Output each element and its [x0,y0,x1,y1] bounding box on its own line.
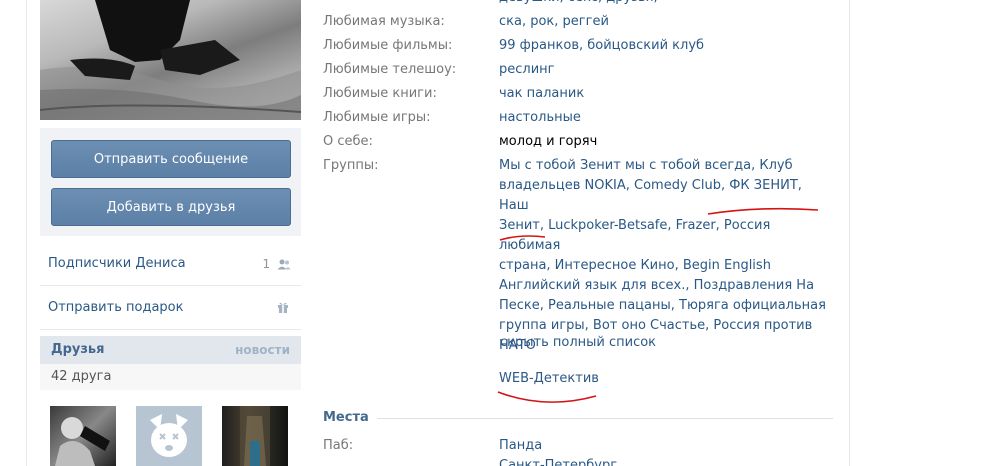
field-label: Любимые телешоу: [323,62,457,77]
subscribers-label: Подписчики Дениса [48,256,186,271]
groups-line[interactable]: страна, Интересное Кино, Begin English [499,256,829,276]
field-value-link[interactable]: 99 франков, бойцовский клуб [499,36,829,56]
send-gift-link[interactable]: Отправить подарок [40,286,301,330]
field-value-text: молод и горяч [499,134,598,149]
field-value-link[interactable]: ска, рок, реггей [499,12,829,32]
subscribers-count: 1 [263,242,291,286]
field-label: О себе: [323,134,373,149]
groups-list: Мы с тобой Зенит мы с тобой всегда, Клуб… [499,156,829,356]
field-value-link[interactable]: Санкт-Петербург [499,456,829,466]
field-label: Любимые игры: [323,110,431,125]
profile-photo[interactable] [40,0,301,120]
field-label: Любимая музыка: [323,14,445,29]
add-friend-button[interactable]: Добавить в друзья [51,188,291,226]
field-label: Любимые фильмы: [323,38,453,53]
friends-title: Друзья [51,342,105,357]
subscribers-link[interactable]: Подписчики Дениса 1 [40,242,301,286]
groups-line[interactable]: Английский язык для всех., Поздравления … [499,276,829,296]
friend-avatar-deactivated[interactable] [136,406,202,466]
section-divider [373,418,833,419]
groups-line[interactable]: Песке, Реальные пацаны, Тюряга официальн… [499,296,829,316]
friends-count: 42 друга [40,364,301,390]
field-label: Группы: [323,158,379,173]
people-icon [277,259,291,270]
field-label: Паб: [323,438,354,453]
hide-full-list-link[interactable]: скрыть полный список [500,333,656,353]
field-value-link[interactable]: Панда [499,436,829,456]
send-message-button[interactable]: Отправить сообщение [51,140,291,178]
field-value-link[interactable]: настольные [499,108,829,128]
deactivated-dog-icon [150,414,188,457]
send-gift-label: Отправить подарок [48,300,184,315]
friends-news-link[interactable]: новости [235,336,290,364]
groups-line[interactable]: Зенит, Luckpoker-Betsafe, Frazer, Россия… [499,216,829,256]
friend-avatar[interactable] [50,406,116,466]
action-buttons-block: Отправить сообщение Добавить в друзья [40,128,301,236]
gift-icon [278,302,288,313]
friends-header[interactable]: Друзья новости [40,336,301,364]
field-value-link[interactable]: чак паланик [499,84,829,104]
web-detective-link[interactable]: WEB-Детектив [499,369,599,389]
field-label: Любимые книги: [323,86,437,101]
interests-value[interactable]: девушки, секс, друзья, [499,0,829,8]
friend-avatar[interactable] [222,406,288,466]
groups-line[interactable]: владельцев NOKIA, Comedy Club, ФК ЗЕНИТ,… [499,176,829,216]
groups-line[interactable]: Мы с тобой Зенит мы с тобой всегда, Клуб [499,156,829,176]
places-title: Места [323,408,377,428]
places-section-header: Места [323,408,833,428]
field-value-link[interactable]: реслинг [499,60,829,80]
